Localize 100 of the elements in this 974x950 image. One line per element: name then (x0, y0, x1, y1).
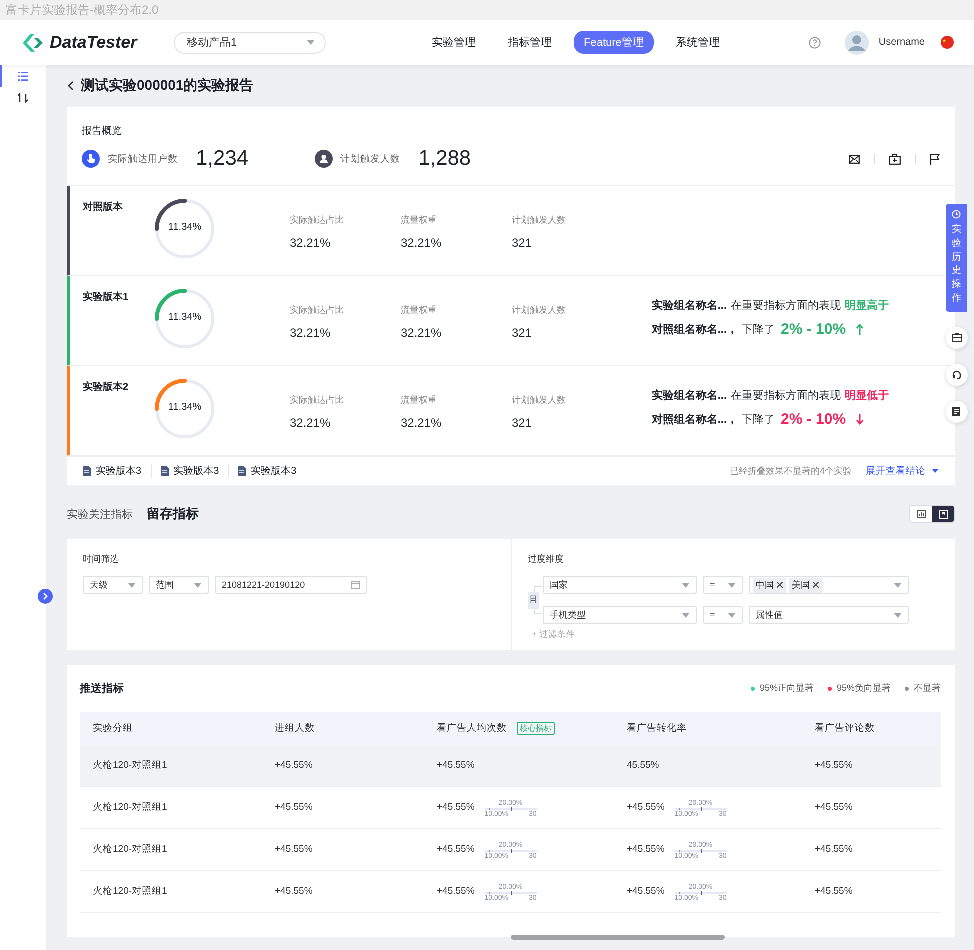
metric-label: 实际触达占比 (290, 394, 345, 407)
group-name: 实验组名称名... (652, 388, 727, 403)
metric-label: 流量权重 (401, 214, 438, 227)
date-range-field[interactable]: 21081221-20190120 (215, 576, 367, 594)
caret-icon (194, 582, 202, 588)
value-select[interactable]: 属性值 (749, 606, 909, 624)
username[interactable]: Username (878, 37, 925, 48)
user-icon (314, 150, 333, 168)
value-select[interactable]: 中国 美国 (749, 576, 909, 594)
value-tag: 中国 (753, 578, 786, 592)
metric-value: 321 (512, 326, 534, 340)
table-cell: 45.55% (627, 760, 660, 771)
table-cell: +45.55% (627, 802, 665, 813)
caret-icon (682, 582, 690, 588)
change-text: 下降了 (742, 323, 775, 337)
granularity-select[interactable]: 天级 (83, 576, 143, 594)
flag-icon[interactable] (941, 36, 954, 49)
flag-outline-icon[interactable] (930, 154, 941, 164)
caret-icon (307, 40, 315, 45)
page-title: 测试实验000001的实验报告 (81, 77, 254, 95)
nav-tab[interactable]: Feature管理 (574, 31, 654, 54)
gauge-value: 11.34% (167, 402, 203, 413)
product-select[interactable]: 移动产品1 (174, 32, 326, 54)
verdict-text: 明显高于 (845, 298, 889, 313)
group-name: 对照组名称名...， (652, 322, 738, 337)
nav-tab[interactable]: 指标管理 (498, 31, 562, 54)
caret-icon (894, 582, 902, 588)
caret-icon (728, 582, 736, 588)
stat-value: 1,234 (196, 147, 249, 171)
scrollbar[interactable] (511, 935, 725, 940)
metric-value: 32.21% (290, 416, 332, 430)
nav-tab[interactable]: 实验管理 (422, 31, 486, 54)
metric-value: 32.21% (290, 236, 332, 250)
back-icon[interactable] (67, 81, 75, 91)
gauge-drawing (153, 287, 217, 351)
table-cell: +45.55% (437, 802, 475, 813)
headset-icon (952, 370, 962, 380)
column-header: 看广告人均次数 (437, 722, 507, 735)
legend-label: 95%正向显著 (760, 682, 814, 695)
briefcase-plus-icon[interactable] (889, 154, 901, 164)
list-icon[interactable] (18, 72, 28, 80)
filter-label: 时间筛选 (83, 553, 120, 566)
caret-icon (128, 582, 136, 588)
field-select[interactable]: 国家 (543, 576, 697, 594)
arrow-up-icon (856, 324, 864, 335)
table-cell: +45.55% (275, 844, 313, 855)
close-icon[interactable] (777, 582, 783, 588)
nav-tab[interactable]: 系统管理 (666, 31, 730, 54)
help-icon[interactable] (808, 36, 821, 48)
report-icon (938, 510, 948, 518)
metric-label: 计划触发人数 (512, 214, 567, 227)
table-cell: +45.55% (275, 802, 313, 813)
field-select[interactable]: 手机类型 (543, 606, 697, 624)
section-title: 留存指标 (147, 505, 199, 523)
conclusion-text: 在重要指标方面的表现 (731, 388, 841, 403)
note-icon (952, 406, 961, 417)
group-name: 对照组名称名...， (652, 412, 738, 427)
metric-value: 32.21% (401, 416, 443, 430)
version-name: 对照版本 (83, 200, 124, 215)
stat-label: 计划触发人数 (340, 152, 401, 166)
gauge-drawing (153, 377, 217, 441)
sort-icon[interactable] (18, 93, 28, 103)
operator-select[interactable]: = (703, 576, 743, 594)
value-tag: 美国 (789, 578, 822, 592)
metric-label: 流量权重 (401, 394, 438, 407)
document-icon (83, 466, 91, 476)
table-cell: +45.55% (627, 886, 665, 897)
toolbox-icon (952, 333, 962, 342)
arrow-down-icon (856, 414, 864, 425)
expand-button[interactable] (38, 589, 53, 604)
version-name: 实验版本3 (96, 464, 142, 478)
mail-icon[interactable] (849, 154, 860, 164)
metric-label: 流量权重 (401, 304, 438, 317)
metric-value: 321 (512, 236, 534, 250)
legend-label: 95%负向显著 (836, 682, 891, 695)
view-toggle-button[interactable] (910, 506, 932, 522)
expand-link[interactable]: 展开查看结论 (866, 464, 939, 478)
table-cell: +45.55% (627, 844, 665, 855)
folded-note: 已经折叠效果不显著的4个实验 (730, 464, 852, 478)
history-tab[interactable]: 实验历史操作 (946, 204, 967, 312)
window-title: 富卡片实验报告-概率分布2.0 (6, 2, 159, 18)
table-cell: +45.55% (275, 886, 313, 897)
table-cell: 火枪120-对照组1 (93, 843, 168, 856)
mode-select[interactable]: 范围 (149, 576, 209, 594)
logic-operator[interactable]: 且 (528, 592, 539, 608)
calendar-icon (351, 581, 360, 589)
version-name: 实验版本2 (83, 380, 130, 395)
table-cell: 火枪120-对照组1 (93, 801, 168, 814)
logo-text: DataTester (50, 32, 138, 52)
close-icon[interactable] (813, 582, 819, 588)
metric-value: 32.21% (401, 236, 443, 250)
document-icon (160, 466, 169, 476)
operator-select[interactable]: = (703, 606, 743, 624)
table-cell: +45.55% (437, 886, 475, 897)
table-cell: +45.55% (815, 760, 853, 771)
change-text: 下降了 (742, 413, 775, 427)
column-header: 看广告评论数 (815, 722, 875, 735)
stat-label: 实际触达用户数 (108, 152, 178, 166)
view-toggle-button[interactable] (932, 506, 954, 522)
metric-label: 实际触达占比 (290, 304, 345, 317)
